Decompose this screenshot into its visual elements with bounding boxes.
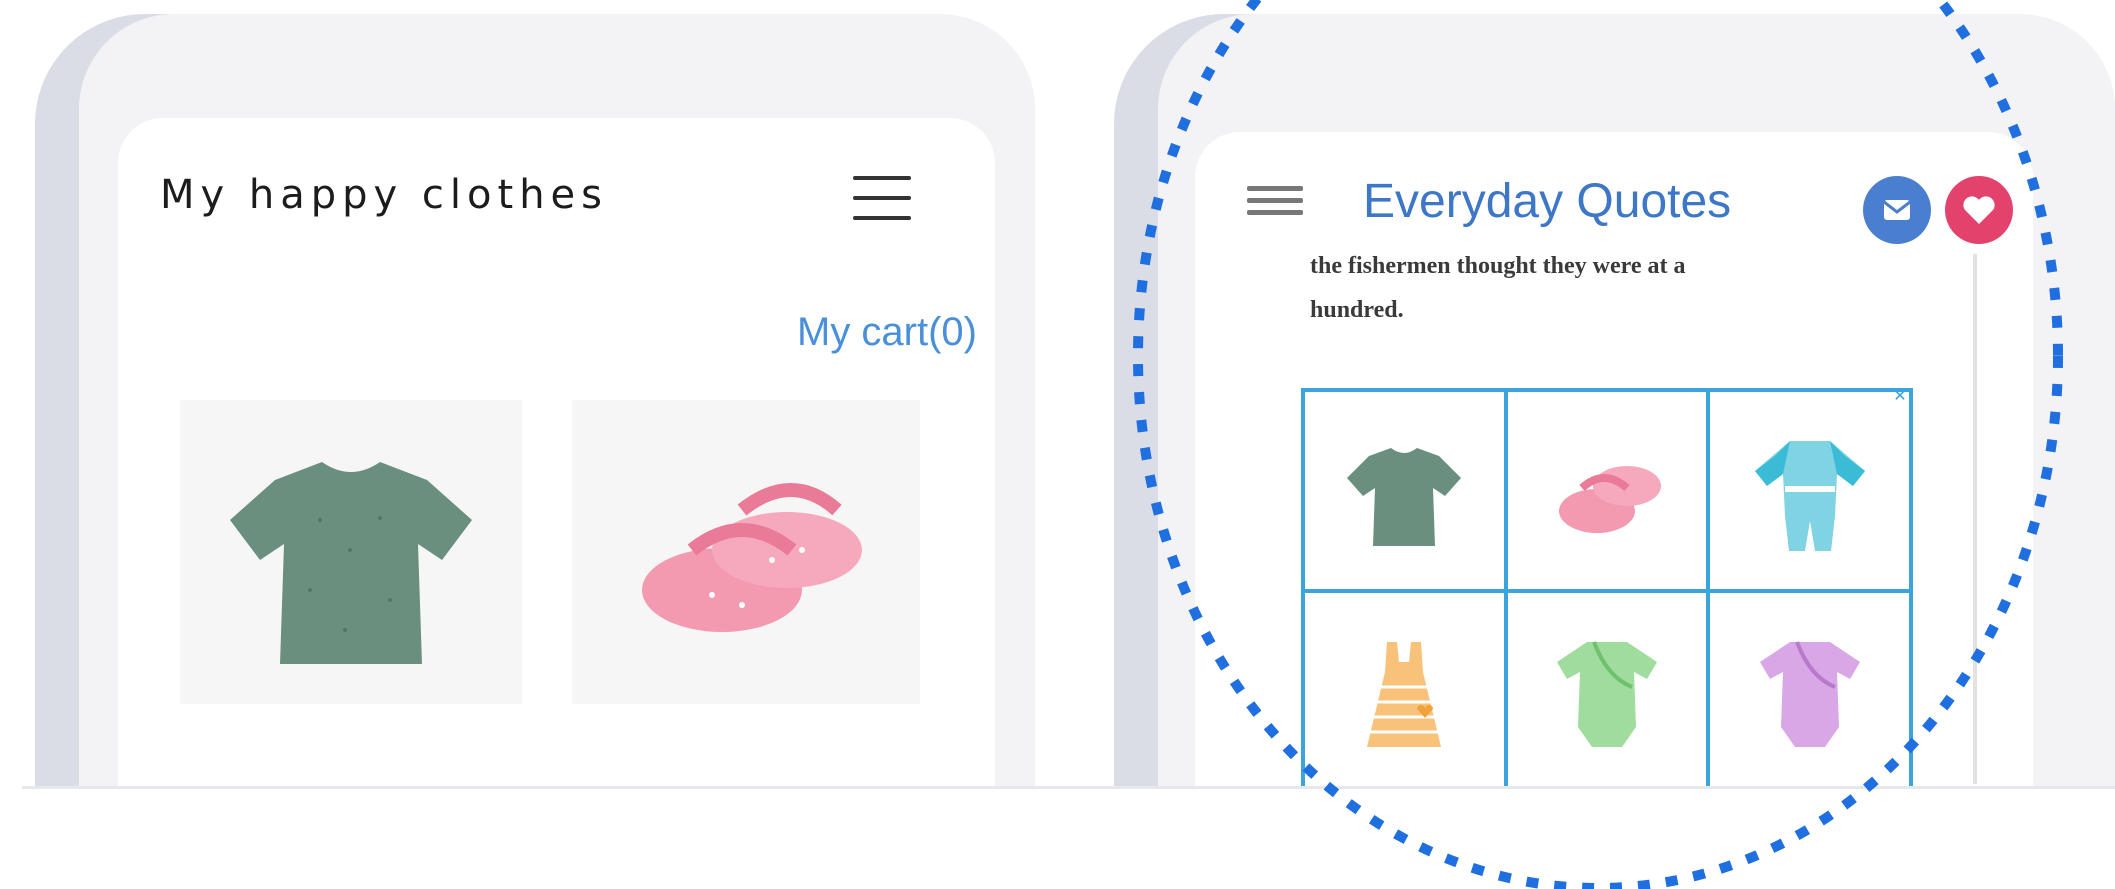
highlight-circle bbox=[1133, 0, 2063, 889]
